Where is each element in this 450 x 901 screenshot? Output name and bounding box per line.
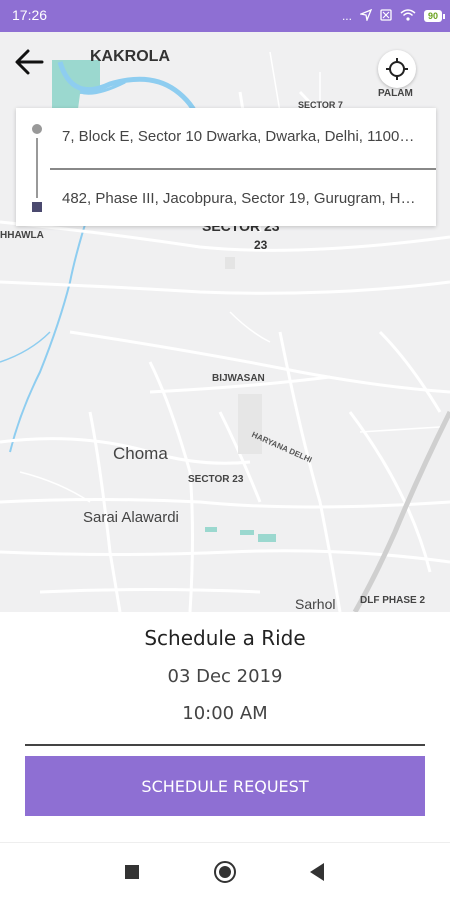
schedule-panel: Schedule a Ride 03 Dec 2019 10:00 AM SCH… <box>0 612 450 842</box>
map-label-kakrola: KAKROLA <box>90 48 170 65</box>
status-bar: 17:26 ... 90 <box>0 0 450 32</box>
locate-button[interactable] <box>378 50 416 88</box>
wifi-icon <box>400 8 416 24</box>
crosshair-icon <box>386 58 408 80</box>
recent-apps-icon[interactable] <box>125 865 139 879</box>
map-label-sector23-mid: SECTOR 23 <box>188 474 244 485</box>
battery-icon: 90 <box>423 10 446 22</box>
drop-address-field[interactable]: 482, Phase III, Jacobpura, Sector 19, Gu… <box>62 190 422 207</box>
arrow-left-icon <box>15 49 44 75</box>
address-divider <box>50 168 436 170</box>
schedule-title: Schedule a Ride <box>144 626 306 650</box>
back-button[interactable] <box>12 44 48 80</box>
home-icon[interactable] <box>214 861 236 883</box>
map-label-sarhol: Sarhol <box>295 596 336 612</box>
map-label-bijwasan: BIJWASAN <box>212 373 265 384</box>
map-label-choma: Choma <box>113 444 168 463</box>
map-label-chhawla: HHAWLA <box>0 230 44 241</box>
map-label-palam: PALAM <box>378 88 413 99</box>
sim-off-icon <box>380 8 392 24</box>
schedule-date[interactable]: 03 Dec 2019 <box>0 666 450 687</box>
system-nav-bar <box>0 842 450 901</box>
address-card: 7, Block E, Sector 10 Dwarka, Dwarka, De… <box>16 108 436 226</box>
schedule-divider <box>25 744 425 746</box>
status-icons: ... 90 <box>341 6 446 26</box>
map-label-sector23-num: 23 <box>254 238 268 252</box>
drop-square-icon <box>32 202 42 212</box>
map-label-sarai: Sarai Alawardi <box>83 509 179 526</box>
pickup-address-field[interactable]: 7, Block E, Sector 10 Dwarka, Dwarka, De… <box>62 128 422 145</box>
schedule-request-button[interactable]: SCHEDULE REQUEST <box>25 756 425 816</box>
route-connector <box>36 138 38 198</box>
map-label-dlf: DLF PHASE 2 <box>360 595 426 606</box>
pickup-dot-icon <box>32 124 42 134</box>
schedule-time[interactable]: 10:00 AM <box>0 703 450 724</box>
nav-back-icon[interactable] <box>310 863 324 881</box>
location-arrow-icon <box>358 8 373 24</box>
dots-icon: ... <box>341 9 352 23</box>
status-time: 17:26 <box>12 7 48 23</box>
